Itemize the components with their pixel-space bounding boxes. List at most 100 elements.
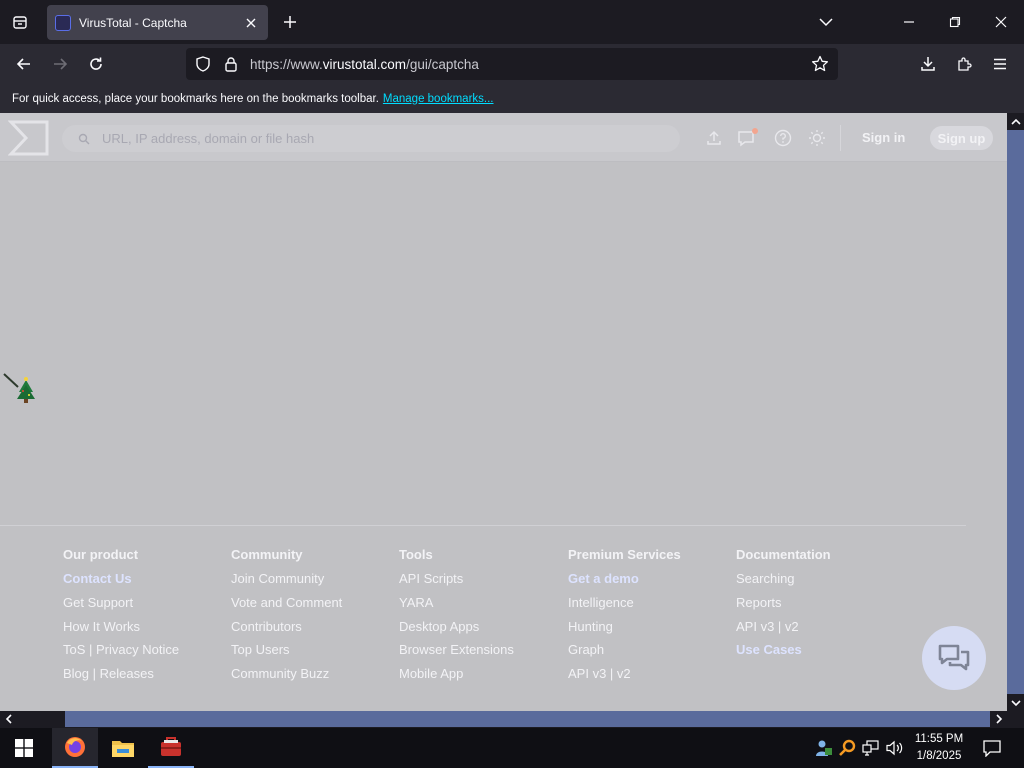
tabs-dropdown-button[interactable]: [814, 10, 838, 34]
header-divider: [840, 125, 841, 151]
taskbar-toolbox-app[interactable]: [148, 728, 194, 768]
forward-button[interactable]: [46, 50, 74, 78]
tracking-protection-shield-icon[interactable]: [194, 55, 212, 73]
christmas-tree-cursor-icon: [3, 373, 35, 403]
puzzle-piece-icon: [958, 57, 972, 71]
footer-link-use-cases[interactable]: Use Cases: [736, 642, 831, 666]
footer-link-blog-releases[interactable]: Blog | Releases: [63, 666, 179, 690]
app-menu-button[interactable]: [986, 50, 1014, 78]
scroll-left-button[interactable]: [0, 711, 17, 727]
footer-link-api-scripts[interactable]: API Scripts: [399, 571, 514, 595]
footer-link-yara[interactable]: YARA: [399, 595, 514, 619]
footer-link-tos-privacy[interactable]: ToS | Privacy Notice: [63, 642, 179, 666]
sign-in-link[interactable]: Sign in: [862, 130, 905, 145]
restore-button[interactable]: [939, 6, 971, 38]
footer-link-contact-us[interactable]: Contact Us: [63, 571, 179, 595]
manage-bookmarks-link[interactable]: Manage bookmarks...: [383, 93, 494, 105]
url-text[interactable]: https://www.virustotal.com/gui/captcha: [250, 57, 810, 72]
footer-link-vote-comment[interactable]: Vote and Comment: [231, 595, 342, 619]
search-input[interactable]: [102, 131, 662, 146]
footer-link-join-community[interactable]: Join Community: [231, 571, 342, 595]
tray-search-key-icon[interactable]: [837, 738, 857, 758]
restore-icon: [949, 16, 961, 28]
chevron-right-icon: [995, 714, 1002, 724]
back-button[interactable]: [10, 50, 38, 78]
address-bar[interactable]: https://www.virustotal.com/gui/captcha: [186, 48, 838, 80]
horizontal-scrollbar[interactable]: [0, 711, 1007, 727]
star-icon: [811, 55, 829, 72]
taskbar-file-explorer[interactable]: [100, 728, 146, 768]
network-icon[interactable]: [861, 738, 881, 758]
taskbar-clock[interactable]: 11:55 PM 1/8/2025: [904, 731, 974, 765]
horizontal-scroll-track[interactable]: [17, 711, 65, 727]
close-tab-button[interactable]: [242, 14, 260, 32]
footer-link-searching[interactable]: Searching: [736, 571, 831, 595]
tray-user-network-icon[interactable]: [813, 738, 833, 758]
footer-column-premium-services: Premium Services Get a demo Intelligence…: [568, 547, 681, 690]
vertical-scrollbar[interactable]: [1007, 113, 1024, 711]
reload-icon: [90, 57, 102, 70]
tab-virustotal-captcha[interactable]: VirusTotal - Captcha: [47, 5, 268, 40]
theme-toggle-button[interactable]: [806, 127, 828, 149]
url-path: /gui/captcha: [406, 56, 479, 72]
footer-link-get-a-demo[interactable]: Get a demo: [568, 571, 681, 595]
notification-icon: [983, 740, 1001, 757]
scroll-up-button[interactable]: [1007, 113, 1024, 130]
search-icon: [78, 133, 90, 144]
scroll-right-button[interactable]: [990, 711, 1007, 727]
footer-link-contributors[interactable]: Contributors: [231, 619, 342, 643]
lock-icon[interactable]: [222, 55, 240, 73]
clock-date: 1/8/2025: [916, 750, 962, 762]
footer-link-browser-extensions[interactable]: Browser Extensions: [399, 642, 514, 666]
footer-link-reports[interactable]: Reports: [736, 595, 831, 619]
help-button[interactable]: [772, 127, 794, 149]
close-window-button[interactable]: [985, 6, 1017, 38]
sign-up-button[interactable]: Sign up: [930, 126, 993, 150]
footer-link-intelligence[interactable]: Intelligence: [568, 595, 681, 619]
footer-column-our-product: Our product Contact Us Get Support How I…: [63, 547, 179, 690]
footer-link-docs-api-v3-v2[interactable]: API v3 | v2: [736, 619, 831, 643]
close-icon: [246, 18, 256, 27]
help-question-icon: [774, 129, 792, 147]
minimize-button[interactable]: [893, 6, 925, 38]
chat-support-button[interactable]: [922, 626, 986, 690]
new-tab-button[interactable]: [278, 10, 302, 34]
close-icon: [995, 16, 1007, 28]
footer-link-mobile-app[interactable]: Mobile App: [399, 666, 514, 690]
tab-title: VirusTotal - Captcha: [79, 15, 187, 30]
footer-link-how-it-works[interactable]: How It Works: [63, 619, 179, 643]
toolbox-app-icon: [161, 737, 181, 756]
chat-notifications-icon: [738, 128, 758, 147]
firefox-icon: [65, 737, 85, 757]
downloads-button[interactable]: [914, 50, 942, 78]
footer-link-desktop-apps[interactable]: Desktop Apps: [399, 619, 514, 643]
footer-link-community-buzz[interactable]: Community Buzz: [231, 666, 342, 690]
virustotal-favicon-icon: [55, 14, 71, 31]
footer-divider: [0, 525, 966, 526]
footer-heading: Tools: [399, 547, 433, 562]
footer-link-top-users[interactable]: Top Users: [231, 642, 342, 666]
footer-link-api-v3-v2[interactable]: API v3 | v2: [568, 666, 681, 690]
volume-icon[interactable]: [885, 738, 905, 758]
footer-column-community: Community Join Community Vote and Commen…: [231, 547, 342, 690]
scroll-down-button[interactable]: [1007, 694, 1024, 711]
arrow-left-icon: [16, 58, 30, 70]
extensions-button[interactable]: [950, 50, 978, 78]
navigation-toolbar: https://www.virustotal.com/gui/captcha: [0, 44, 1024, 84]
list-all-tabs-button[interactable]: [6, 8, 34, 36]
footer-link-get-support[interactable]: Get Support: [63, 595, 179, 619]
minimize-icon: [904, 21, 914, 23]
notifications-button[interactable]: [737, 127, 759, 149]
action-center-button[interactable]: [980, 736, 1004, 760]
footer-column-documentation: Documentation Searching Reports API v3 |…: [736, 547, 831, 666]
start-button[interactable]: [0, 728, 48, 768]
footer-link-hunting[interactable]: Hunting: [568, 619, 681, 643]
scrollbar-corner: [1007, 711, 1024, 727]
taskbar-firefox[interactable]: [52, 728, 98, 768]
bookmark-star-button[interactable]: [810, 54, 830, 74]
virustotal-logo-icon[interactable]: [8, 119, 50, 157]
upload-file-button[interactable]: [703, 127, 725, 149]
reload-button[interactable]: [82, 50, 110, 78]
search-box[interactable]: [62, 125, 680, 152]
footer-link-graph[interactable]: Graph: [568, 642, 681, 666]
